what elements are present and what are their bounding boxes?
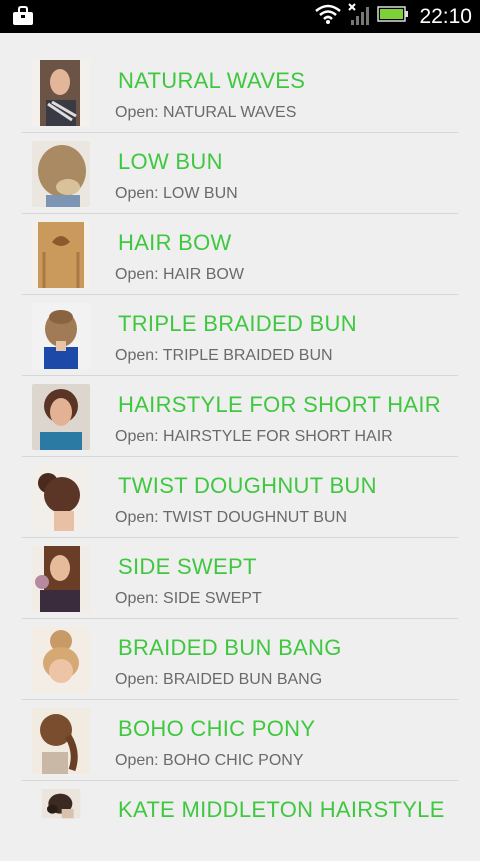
list-item[interactable]: TWIST DOUGHNUT BUN Open: TWIST DOUGHNUT … bbox=[22, 457, 458, 538]
hairstyle-thumbnail bbox=[32, 465, 90, 531]
battery-icon bbox=[377, 5, 409, 28]
hairstyle-thumbnail bbox=[32, 546, 90, 612]
item-subtitle: Open: SIDE SWEPT bbox=[115, 590, 262, 607]
hairstyle-thumbnail bbox=[41, 789, 81, 819]
item-title: TRIPLE BRAIDED BUN bbox=[118, 311, 357, 336]
list-item[interactable]: LOW BUN Open: LOW BUN bbox=[22, 133, 458, 214]
status-bar: 22:10 bbox=[0, 0, 480, 33]
list-item[interactable]: BOHO CHIC PONY Open: BOHO CHIC PONY bbox=[22, 700, 458, 781]
item-subtitle: Open: BOHO CHIC PONY bbox=[115, 752, 304, 769]
hairstyle-thumbnail bbox=[32, 384, 90, 450]
item-subtitle: Open: LOW BUN bbox=[115, 185, 238, 202]
item-title: HAIR BOW bbox=[118, 230, 232, 255]
item-subtitle: Open: HAIR BOW bbox=[115, 266, 244, 283]
list-item[interactable]: NATURAL WAVES Open: NATURAL WAVES bbox=[22, 52, 458, 133]
no-signal-icon bbox=[347, 2, 371, 31]
hairstyle-thumbnail bbox=[32, 141, 90, 207]
hairstyle-thumbnail bbox=[32, 708, 90, 774]
list-item[interactable]: TRIPLE BRAIDED BUN Open: TRIPLE BRAIDED … bbox=[22, 295, 458, 376]
hairstyle-thumbnail bbox=[32, 222, 90, 288]
list-item[interactable]: HAIR BOW Open: HAIR BOW bbox=[22, 214, 458, 295]
item-title: BRAIDED BUN BANG bbox=[118, 635, 342, 660]
list-item[interactable]: BRAIDED BUN BANG Open: BRAIDED BUN BANG bbox=[22, 619, 458, 700]
hairstyle-list: NATURAL WAVES Open: NATURAL WAVES LOW BU… bbox=[0, 52, 480, 861]
item-subtitle: Open: TRIPLE BRAIDED BUN bbox=[115, 347, 333, 364]
item-title: NATURAL WAVES bbox=[118, 68, 306, 93]
hairstyle-thumbnail bbox=[32, 60, 90, 126]
shopping-bag-icon bbox=[12, 6, 34, 31]
hairstyle-thumbnail bbox=[32, 627, 90, 693]
item-title: SIDE SWEPT bbox=[118, 554, 257, 579]
hairstyle-thumbnail bbox=[32, 303, 90, 369]
list-item[interactable]: KATE MIDDLETON HAIRSTYLE bbox=[22, 781, 458, 861]
item-title: BOHO CHIC PONY bbox=[118, 716, 316, 741]
item-title: LOW BUN bbox=[118, 149, 223, 174]
item-title: TWIST DOUGHNUT BUN bbox=[118, 473, 377, 498]
item-subtitle: Open: HAIRSTYLE FOR SHORT HAIR bbox=[115, 428, 393, 445]
item-title: KATE MIDDLETON HAIRSTYLE bbox=[118, 797, 445, 822]
clock: 22:10 bbox=[419, 4, 472, 28]
item-subtitle: Open: TWIST DOUGHNUT BUN bbox=[115, 509, 348, 526]
item-title: HAIRSTYLE FOR SHORT HAIR bbox=[118, 392, 441, 417]
wifi-icon bbox=[315, 4, 342, 29]
list-item[interactable]: HAIRSTYLE FOR SHORT HAIR Open: HAIRSTYLE… bbox=[22, 376, 458, 457]
item-subtitle: Open: BRAIDED BUN BANG bbox=[115, 671, 323, 688]
item-subtitle: Open: NATURAL WAVES bbox=[115, 104, 297, 121]
list-item[interactable]: SIDE SWEPT Open: SIDE SWEPT bbox=[22, 538, 458, 619]
